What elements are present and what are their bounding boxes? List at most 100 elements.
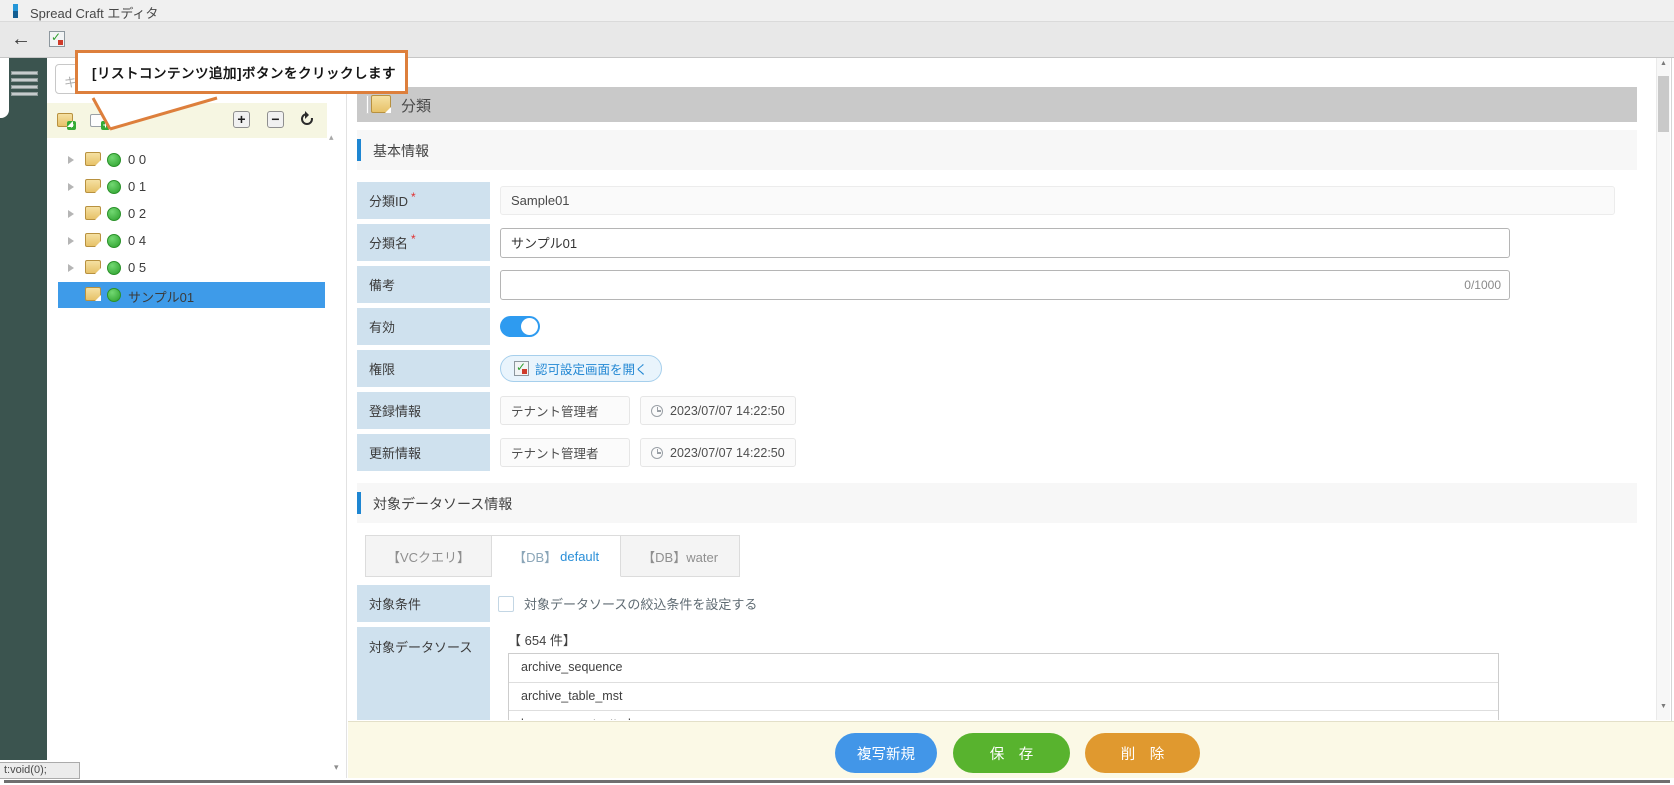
- spreadsheet-app-icon[interactable]: [49, 31, 65, 47]
- category-folder-icon: [371, 95, 391, 113]
- refresh-icon[interactable]: [301, 113, 313, 125]
- title-bar: Spread Craft エディタ: [0, 0, 1674, 22]
- scroll-down-arrow[interactable]: ▼: [1657, 703, 1670, 710]
- menu-hamburger-button[interactable]: [11, 71, 38, 99]
- folder-icon: [85, 287, 101, 301]
- list-item[interactable]: archive_sequence: [509, 654, 1498, 682]
- folder-plus-icon: +: [57, 113, 73, 127]
- guide-callout-tail: [88, 95, 223, 133]
- status-dot-icon: [107, 153, 121, 167]
- page-title: 分類: [401, 95, 431, 116]
- save-button[interactable]: 保 存: [953, 733, 1070, 773]
- basic-info-section-title: 基本情報: [373, 141, 429, 161]
- status-dot-icon: [107, 180, 121, 194]
- browser-status-bar: t:void(0);: [0, 762, 80, 779]
- enabled-toggle[interactable]: [500, 316, 540, 337]
- guide-callout: [リストコンテンツ追加]ボタンをクリックします: [75, 50, 408, 94]
- main-scrollbar[interactable]: ▲ ▼: [1656, 58, 1670, 720]
- scroll-up-arrow[interactable]: ▲: [1657, 60, 1670, 67]
- left-rail: [0, 58, 47, 760]
- open-authorization-screen-button[interactable]: 認可設定画面を開く: [500, 355, 662, 382]
- tab-db-default[interactable]: 【DB】 default: [492, 535, 621, 577]
- updated-label: 更新情報: [357, 434, 490, 471]
- category-name-input[interactable]: [500, 228, 1510, 258]
- tree-scroll-down-arrow[interactable]: ▾: [334, 762, 339, 773]
- folder-icon: [85, 152, 101, 166]
- category-name-label: 分類名*: [357, 224, 490, 261]
- expand-arrow-icon[interactable]: [68, 210, 74, 218]
- basic-info-section: 基本情報: [357, 130, 1637, 170]
- form-row-updated: 更新情報 テナント管理者 2023/07/07 14:22:50: [357, 434, 1637, 471]
- form-row-note: 備考 0/1000: [357, 266, 1637, 303]
- datasource-tabs: 【VCクエリ】 【DB】 default 【DB】water: [365, 535, 740, 577]
- scrollbar-thumb[interactable]: [1658, 76, 1669, 132]
- note-char-counter: 0/1000: [1464, 278, 1501, 292]
- tab-vc-query[interactable]: 【VCクエリ】: [365, 535, 492, 577]
- add-category-button[interactable]: +: [57, 113, 73, 132]
- datasource-list: archive_sequence archive_table_mst b_m_a…: [508, 653, 1499, 720]
- expand-arrow-icon[interactable]: [68, 183, 74, 191]
- target-condition-label: 対象条件: [357, 585, 490, 622]
- permission-label: 権限: [357, 350, 490, 387]
- status-dot-icon: [107, 288, 121, 302]
- app-title: Spread Craft エディタ: [30, 3, 158, 22]
- expand-arrow-icon[interactable]: [68, 156, 74, 164]
- enabled-label: 有効: [357, 308, 490, 345]
- form-row-enabled: 有効: [357, 308, 1637, 345]
- updated-user-field: テナント管理者: [500, 438, 630, 467]
- registered-user-field: テナント管理者: [500, 396, 630, 425]
- section-accent-bar: [357, 492, 361, 514]
- registered-datetime-field: 2023/07/07 14:22:50: [640, 396, 796, 425]
- toggle-knob: [521, 318, 538, 335]
- category-id-label: 分類ID*: [357, 182, 490, 219]
- spreadsheet-app-icon: [514, 361, 529, 376]
- form-row-permission: 権限 認可設定画面を開く: [357, 350, 1637, 387]
- status-dot-icon: [107, 234, 121, 248]
- tree-scroll-up-arrow[interactable]: ▴: [329, 132, 334, 143]
- datasource-section: 対象データソース情報: [357, 483, 1637, 523]
- guide-callout-text: [リストコンテンツ追加]ボタンをクリックします: [92, 62, 396, 82]
- expand-arrow-icon[interactable]: [68, 264, 74, 272]
- page-header: 分類: [357, 87, 1637, 122]
- tree-panel: キ + + + − 0 0 0 1: [47, 58, 347, 778]
- form-row-target-condition: 対象条件 対象データソースの絞込条件を設定する: [357, 585, 1637, 622]
- target-datasource-label: 対象データソース: [357, 627, 490, 720]
- condition-checkbox[interactable]: [498, 596, 514, 612]
- copy-new-button[interactable]: 複写新規: [835, 733, 937, 773]
- expand-arrow-icon[interactable]: [68, 237, 74, 245]
- collapse-all-button[interactable]: −: [267, 111, 284, 128]
- updated-datetime-field: 2023/07/07 14:22:50: [640, 438, 796, 467]
- rail-notch: [0, 58, 9, 118]
- folder-icon: [85, 206, 101, 220]
- delete-button[interactable]: 削 除: [1085, 733, 1200, 773]
- folder-icon: [85, 179, 101, 193]
- note-input[interactable]: 0/1000: [500, 270, 1510, 300]
- tree-item[interactable]: 0 0: [58, 147, 325, 173]
- tree-item[interactable]: 0 4: [58, 228, 325, 254]
- footer-action-bar: 複写新規 保 存 削 除: [348, 721, 1674, 778]
- window-bottom-edge: [4, 780, 1670, 783]
- registered-label: 登録情報: [357, 392, 490, 429]
- datasource-count: 【 654 件】: [508, 627, 1637, 649]
- tree-item[interactable]: 0 2: [58, 201, 325, 227]
- datasource-section-title: 対象データソース情報: [373, 494, 512, 514]
- folder-icon: [85, 260, 101, 274]
- app-logo-icon: [13, 4, 18, 18]
- status-dot-icon: [107, 261, 121, 275]
- form-row-category-name: 分類名*: [357, 224, 1637, 261]
- main-content: 分類 基本情報 分類ID* Sample01 分類名* 備考: [348, 58, 1671, 720]
- expand-all-button[interactable]: +: [233, 111, 250, 128]
- tree-item-selected[interactable]: サンプル01: [58, 282, 325, 308]
- tree-item[interactable]: 0 5: [58, 255, 325, 281]
- folder-icon: [85, 233, 101, 247]
- list-item[interactable]: archive_table_mst: [509, 682, 1498, 710]
- tab-db-water[interactable]: 【DB】water: [621, 535, 740, 577]
- required-mark: *: [411, 190, 416, 204]
- right-border-line: [1671, 58, 1672, 778]
- back-button[interactable]: ←: [8, 25, 34, 53]
- form-row-registered: 登録情報 テナント管理者 2023/07/07 14:22:50: [357, 392, 1637, 429]
- tree-item[interactable]: 0 1: [58, 174, 325, 200]
- app-window: Spread Craft エディタ ← キ + + + −: [0, 0, 1674, 785]
- list-item[interactable]: b_m_account_attr_b: [509, 710, 1498, 720]
- category-id-field: Sample01: [500, 186, 1615, 215]
